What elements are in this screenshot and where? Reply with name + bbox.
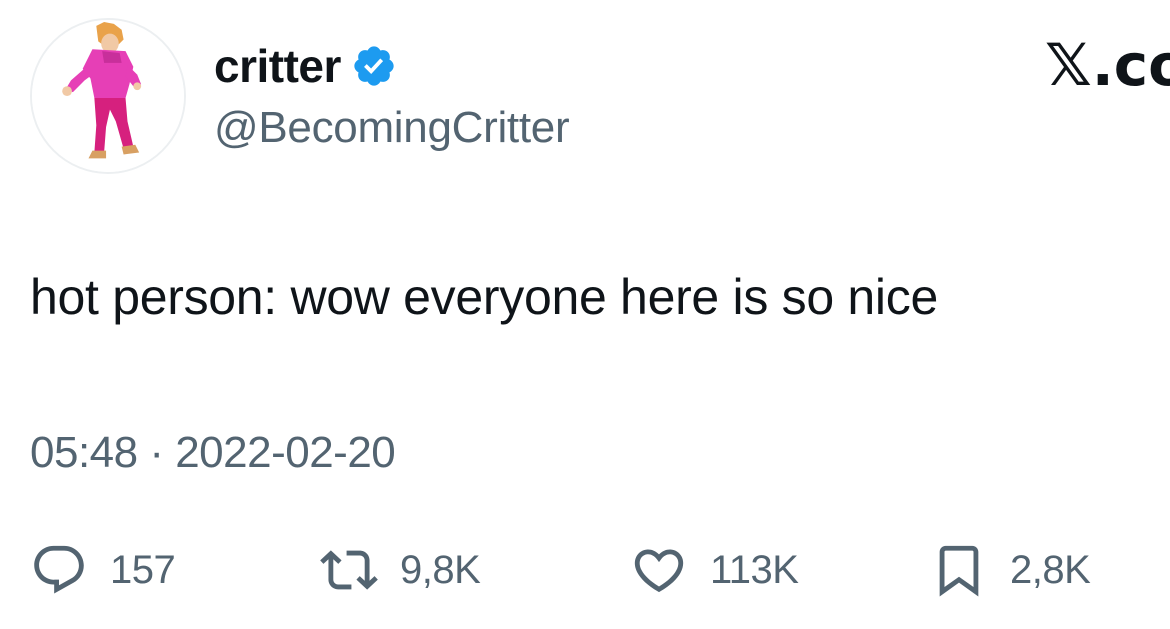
author-display-name[interactable]: critter <box>214 39 341 93</box>
author-handle[interactable]: @BecomingCritter <box>214 103 570 153</box>
like-count: 113K <box>710 547 799 592</box>
like-button[interactable]: 113K <box>630 535 799 605</box>
verified-badge-icon <box>354 46 394 86</box>
heart-icon <box>634 549 684 593</box>
bookmark-count: 2,8K <box>1010 547 1091 592</box>
bookmark-icon <box>939 545 979 597</box>
speech-bubble-icon <box>34 545 84 594</box>
avatar-pink-character-image <box>32 20 184 172</box>
repost-button[interactable]: 9,8K <box>320 535 481 605</box>
x-logo: 𝕏.com <box>1045 31 1170 99</box>
repost-arrows-icon <box>320 550 378 590</box>
reply-button[interactable]: 157 <box>30 535 176 605</box>
bookmark-button[interactable]: 2,8K <box>930 535 1091 605</box>
repost-count: 9,8K <box>400 547 481 592</box>
tweet-timestamp[interactable]: 05:48 · 2022-02-20 <box>30 428 396 478</box>
tweet-actions-bar: 157 9,8K 113K 2,8K <box>30 535 1140 605</box>
tweet-text: hot person: wow everyone here is so nice <box>30 269 938 325</box>
reply-count: 157 <box>110 547 176 592</box>
author-name-row: critter <box>214 38 397 94</box>
avatar[interactable] <box>30 18 186 174</box>
